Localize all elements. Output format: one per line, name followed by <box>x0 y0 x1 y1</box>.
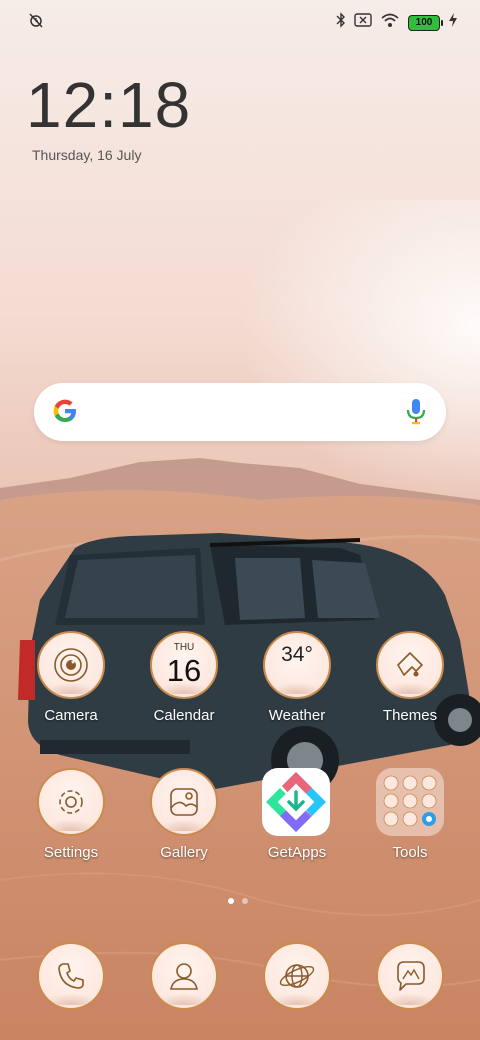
app-label-themes[interactable]: Themes <box>355 707 465 724</box>
tools-folder[interactable] <box>376 768 444 836</box>
wifi-icon <box>380 12 400 33</box>
browser-icon <box>279 964 315 988</box>
weather-app-icon[interactable]: 34° <box>263 631 331 699</box>
gallery-icon <box>170 788 198 816</box>
calendar-date: 16 <box>166 653 202 688</box>
app-label-camera[interactable]: Camera <box>16 707 126 724</box>
bolt-icon <box>448 13 458 32</box>
no-sim-icon <box>354 13 372 32</box>
gear-icon <box>59 790 83 814</box>
getapps-icon <box>266 772 326 832</box>
bluetooth-icon <box>336 12 346 33</box>
app-label-calendar[interactable]: Calendar <box>129 707 239 724</box>
battery-indicator: 100 <box>408 14 443 31</box>
page-indicator <box>228 898 248 904</box>
themes-app-icon[interactable] <box>376 631 444 699</box>
messages-app-icon[interactable] <box>376 942 444 1010</box>
page-dot-inactive <box>242 898 248 904</box>
camera-icon <box>54 648 88 682</box>
contacts-icon <box>170 963 198 990</box>
calendar-day: THU <box>173 642 195 653</box>
app-label-getapps[interactable]: GetApps <box>242 844 352 861</box>
status-bar: 100 <box>0 8 480 36</box>
page-dot-active <box>228 898 234 904</box>
settings-app-icon[interactable] <box>37 768 105 836</box>
themes-icon <box>397 652 423 677</box>
messages-icon <box>397 961 425 991</box>
google-search-bar[interactable] <box>34 383 446 441</box>
camera-app-icon[interactable] <box>37 631 105 699</box>
alarm-off-icon <box>28 12 44 33</box>
clock-date[interactable]: Thursday, 16 July <box>32 147 141 163</box>
getapps-app-icon[interactable] <box>262 768 330 836</box>
weather-temp: 34° <box>281 643 313 666</box>
folder-icon <box>383 775 437 827</box>
contacts-app-icon[interactable] <box>150 942 218 1010</box>
mic-icon[interactable] <box>406 398 426 431</box>
google-logo-icon <box>50 396 80 431</box>
app-label-settings[interactable]: Settings <box>16 844 126 861</box>
clock-time[interactable]: 12:18 <box>26 68 191 142</box>
calendar-app-icon[interactable]: THU 16 <box>150 631 218 699</box>
phone-app-icon[interactable] <box>37 942 105 1010</box>
gallery-app-icon[interactable] <box>150 768 218 836</box>
browser-app-icon[interactable] <box>263 942 331 1010</box>
app-label-gallery[interactable]: Gallery <box>129 844 239 861</box>
app-label-tools[interactable]: Tools <box>355 844 465 861</box>
app-label-weather[interactable]: Weather <box>242 707 352 724</box>
phone-icon <box>58 963 84 989</box>
